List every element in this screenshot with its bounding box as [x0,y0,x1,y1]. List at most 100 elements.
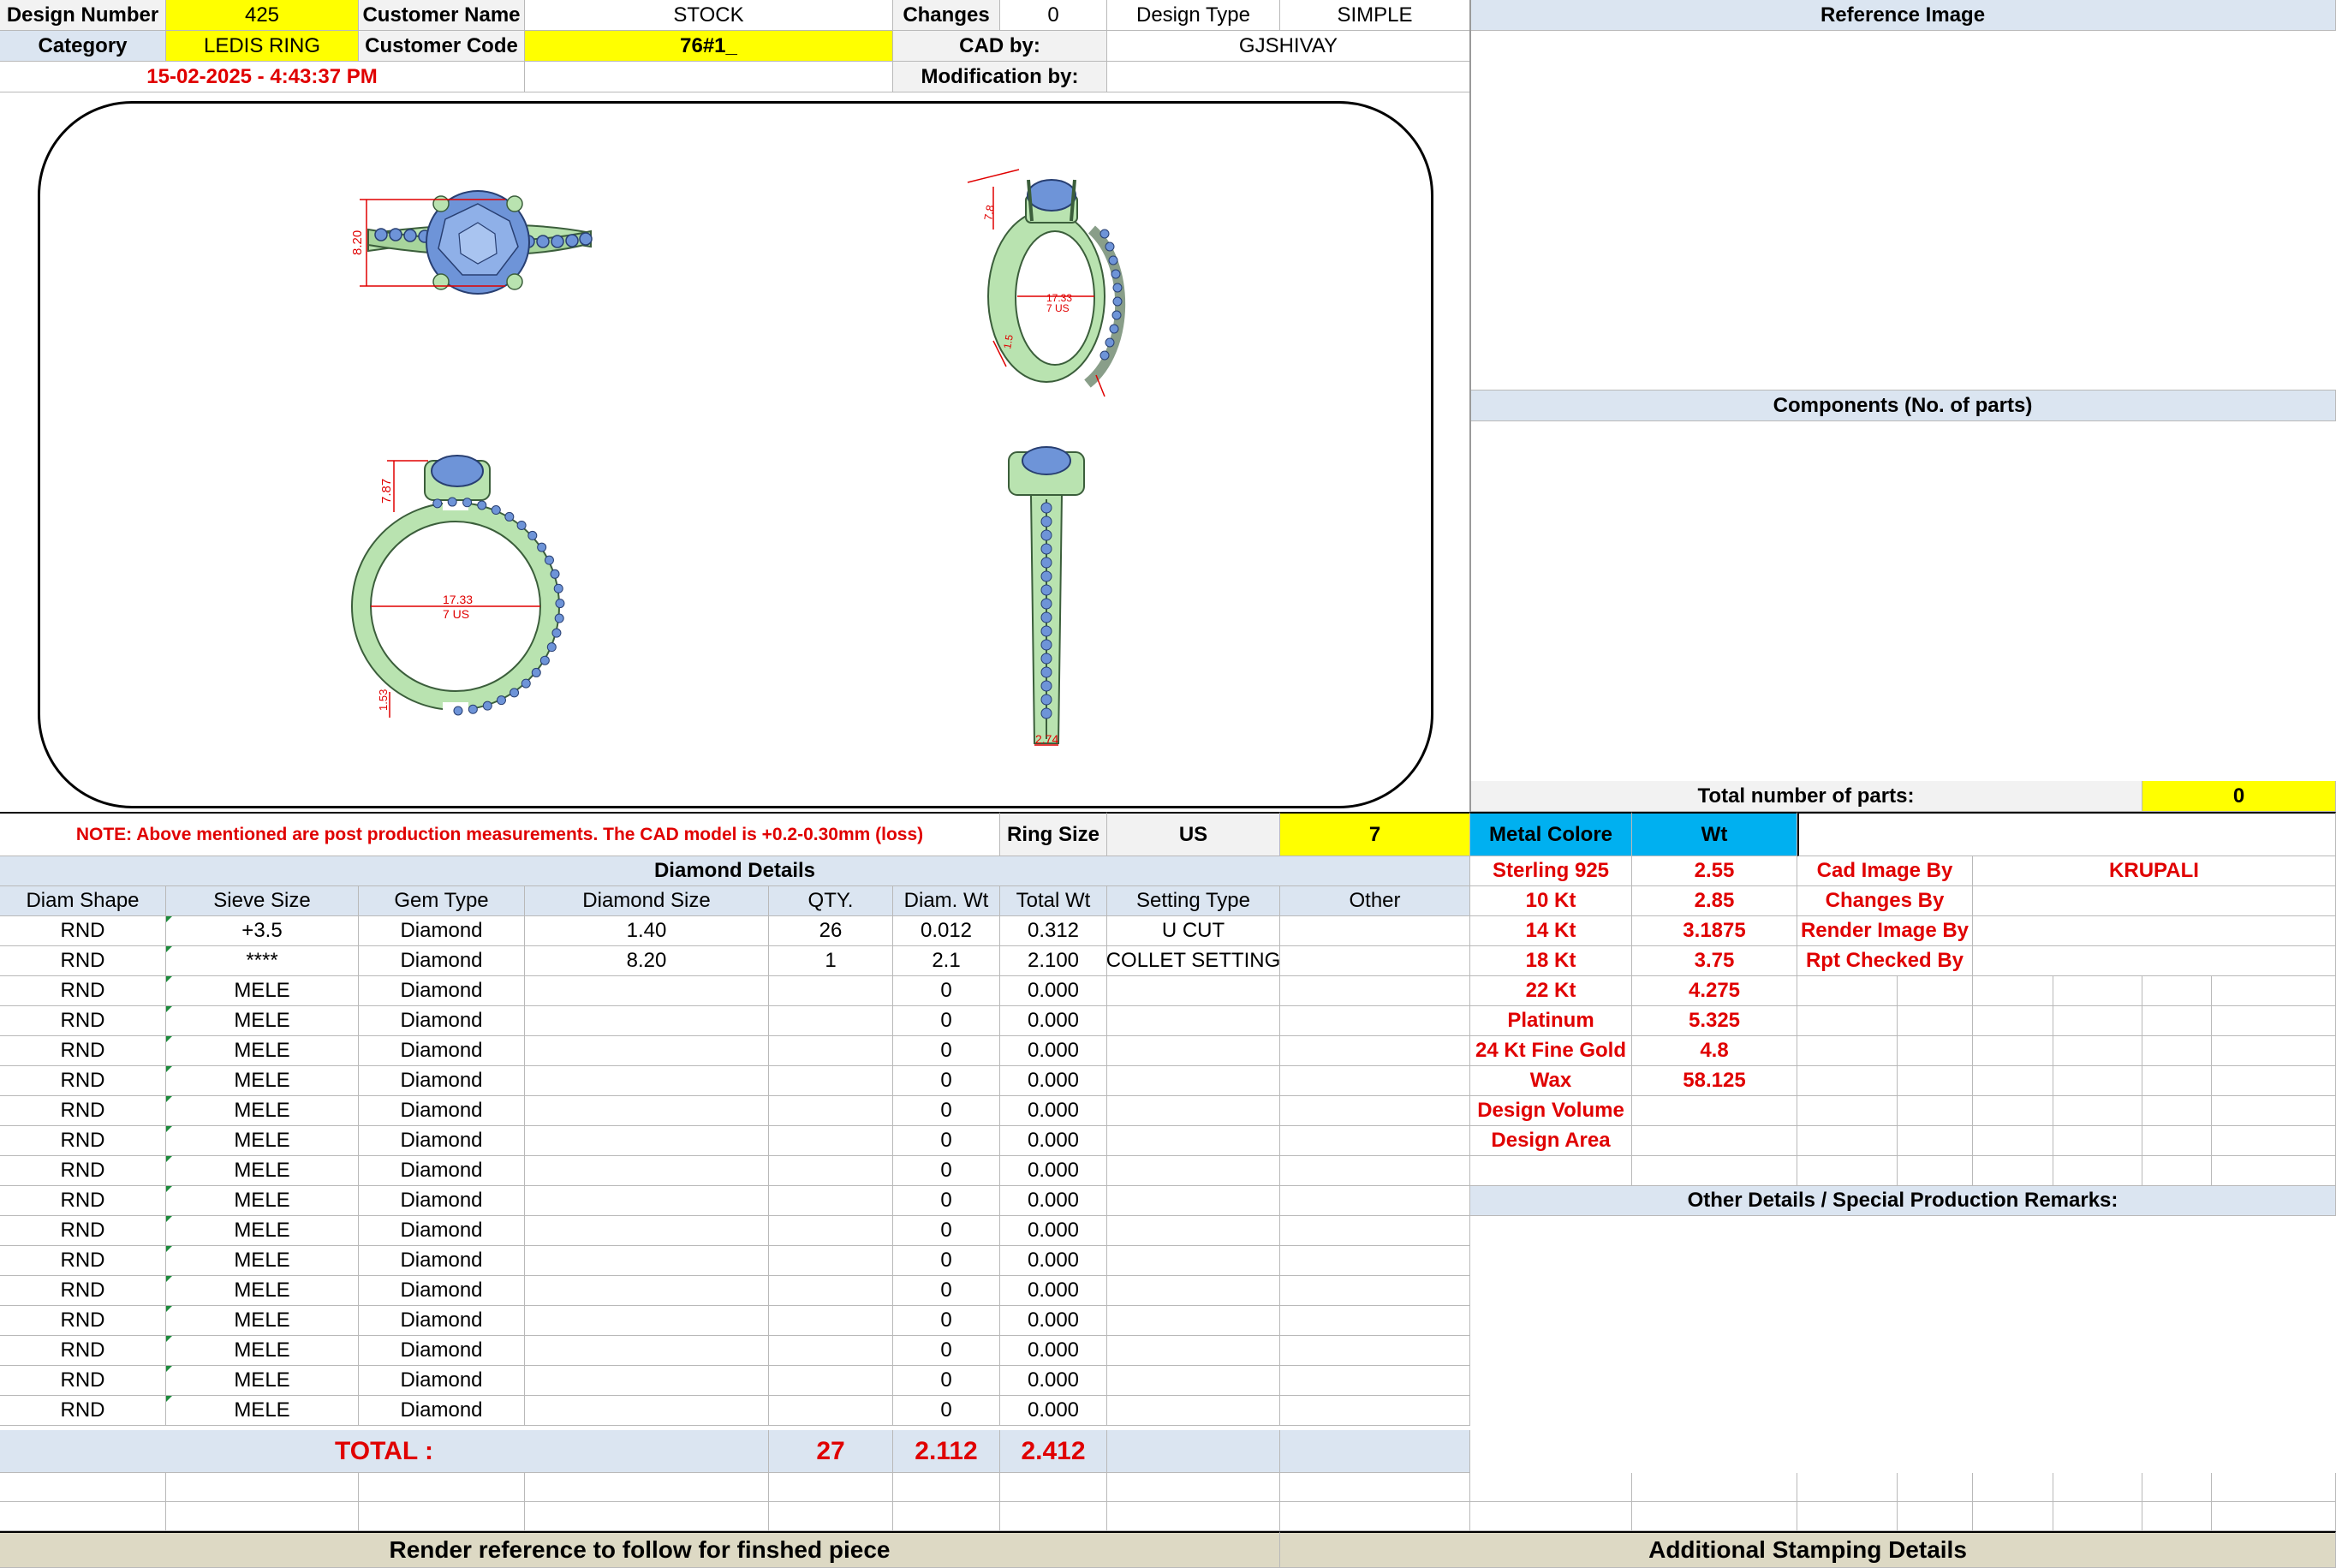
cell-gem-type[interactable]: Diamond [359,1006,525,1036]
cell-total-wt[interactable]: 0.000 [1000,1156,1107,1186]
cell-diam-wt[interactable]: 0 [893,1366,1000,1396]
blank-cell[interactable] [1973,1156,2053,1186]
cell-qty[interactable] [769,1306,893,1336]
blank-cell[interactable] [2212,1066,2336,1096]
cell-other[interactable] [1280,1246,1470,1276]
cell-sieve-size[interactable]: +3.5 [166,916,359,946]
cell-total-wt[interactable]: 0.000 [1000,1006,1107,1036]
blank-cell[interactable] [1632,1156,1797,1186]
metal-weight[interactable]: 4.275 [1632,976,1797,1006]
cell-total-wt[interactable]: 0.000 [1000,1246,1107,1276]
cell-diamond-size[interactable]: 1.40 [525,916,769,946]
cell-sieve-size[interactable]: MELE [166,1216,359,1246]
blank-cell[interactable] [1898,1006,1973,1036]
blank-cell[interactable] [1973,976,2053,1006]
blank-cell[interactable] [2142,1156,2212,1186]
cell-diam-shape[interactable]: RND [0,1066,166,1096]
cell-gem-type[interactable]: Diamond [359,1276,525,1306]
design-type-value[interactable]: SIMPLE [1280,0,1470,31]
blank-cell[interactable] [1898,1066,1973,1096]
blank-cell[interactable] [2053,1006,2142,1036]
blank-cell[interactable] [359,1473,525,1502]
cell-qty[interactable] [769,1216,893,1246]
cell-diam-shape[interactable]: RND [0,1246,166,1276]
cell-sieve-size[interactable]: MELE [166,1036,359,1066]
cell-gem-type[interactable]: Diamond [359,1366,525,1396]
blank-cell[interactable] [2212,1036,2336,1066]
cell-sieve-size[interactable]: MELE [166,1066,359,1096]
blank-cell[interactable] [1898,1096,1973,1126]
cell-diam-shape[interactable]: RND [0,976,166,1006]
cell-diam-wt[interactable]: 0 [893,1246,1000,1276]
cell-gem-type[interactable]: Diamond [359,1126,525,1156]
cell-gem-type[interactable]: Diamond [359,1246,525,1276]
blank-cell[interactable] [2142,1066,2212,1096]
blank-cell[interactable] [1470,1156,1632,1186]
cell-diamond-size[interactable]: 8.20 [525,946,769,976]
cell-total-wt[interactable]: 0.000 [1000,1306,1107,1336]
cell-gem-type[interactable]: Diamond [359,1306,525,1336]
cell-qty[interactable] [769,1186,893,1216]
cell-diam-shape[interactable]: RND [0,1096,166,1126]
blank-cell[interactable] [525,1473,769,1502]
cell-total-wt[interactable]: 0.000 [1000,1276,1107,1306]
cell-qty[interactable] [769,1036,893,1066]
cell-qty[interactable]: 1 [769,946,893,976]
blank-cell[interactable] [1898,1473,1973,1502]
cell-setting-type[interactable]: U CUT [1107,916,1280,946]
blank-cell[interactable] [2212,1126,2336,1156]
cell-sieve-size[interactable]: MELE [166,1156,359,1186]
cell-total-wt[interactable]: 0.000 [1000,976,1107,1006]
metal-weight[interactable]: 5.325 [1632,1006,1797,1036]
blank-cell[interactable] [1898,1126,1973,1156]
metal-weight[interactable] [1632,1126,1797,1156]
customer-code-value[interactable]: 76#1_ [525,31,893,62]
cell-other[interactable] [1280,1306,1470,1336]
cell-qty[interactable] [769,1066,893,1096]
blank-cell[interactable] [359,1502,525,1531]
cell-diamond-size[interactable] [525,1036,769,1066]
cell-diam-wt[interactable]: 2.1 [893,946,1000,976]
cell-diam-shape[interactable]: RND [0,1336,166,1366]
blank-cell[interactable] [1898,1036,1973,1066]
cell-other[interactable] [1280,1096,1470,1126]
cell-total-wt[interactable]: 0.000 [1000,1096,1107,1126]
cell-total-wt[interactable]: 0.000 [1000,1216,1107,1246]
cell-sieve-size[interactable]: MELE [166,1336,359,1366]
cell-setting-type[interactable] [1107,976,1280,1006]
cell-diam-shape[interactable]: RND [0,1306,166,1336]
blank-cell[interactable] [2053,1156,2142,1186]
blank-cell[interactable] [1973,1006,2053,1036]
cell-other[interactable] [1280,1126,1470,1156]
blank-cell[interactable] [2212,1156,2336,1186]
blank-cell[interactable] [1632,1502,1797,1531]
cell-gem-type[interactable]: Diamond [359,1066,525,1096]
blank-cell[interactable] [1797,1066,1898,1096]
blank-cell[interactable] [1797,1126,1898,1156]
cell-diamond-size[interactable] [525,1126,769,1156]
cell-diam-shape[interactable]: RND [0,1126,166,1156]
category-value[interactable]: LEDIS RING [166,31,359,62]
blank-cell[interactable] [2053,1473,2142,1502]
blank-cell[interactable] [0,1473,166,1502]
cell-sieve-size[interactable]: MELE [166,1366,359,1396]
cell-gem-type[interactable]: Diamond [359,1396,525,1426]
design-number-value[interactable]: 425 [166,0,359,31]
metal-weight[interactable]: 58.125 [1632,1066,1797,1096]
cell-other[interactable] [1280,1216,1470,1246]
cell-other[interactable] [1280,1036,1470,1066]
blank-cell[interactable] [1000,1473,1107,1502]
blank-cell[interactable] [1973,1096,2053,1126]
cell-diamond-size[interactable] [525,1366,769,1396]
cell-other[interactable] [1280,1396,1470,1426]
cell-setting-type[interactable] [1107,1036,1280,1066]
metal-weight[interactable] [1632,1096,1797,1126]
cell-diam-shape[interactable]: RND [0,916,166,946]
cell-setting-type[interactable] [1107,1096,1280,1126]
cell-other[interactable] [1280,976,1470,1006]
blank-cell[interactable] [1898,976,1973,1006]
blank-cell[interactable] [0,1502,166,1531]
cell-diam-wt[interactable]: 0 [893,1006,1000,1036]
credit-value[interactable] [1973,916,2336,946]
credit-value[interactable]: KRUPALI [1973,856,2336,886]
